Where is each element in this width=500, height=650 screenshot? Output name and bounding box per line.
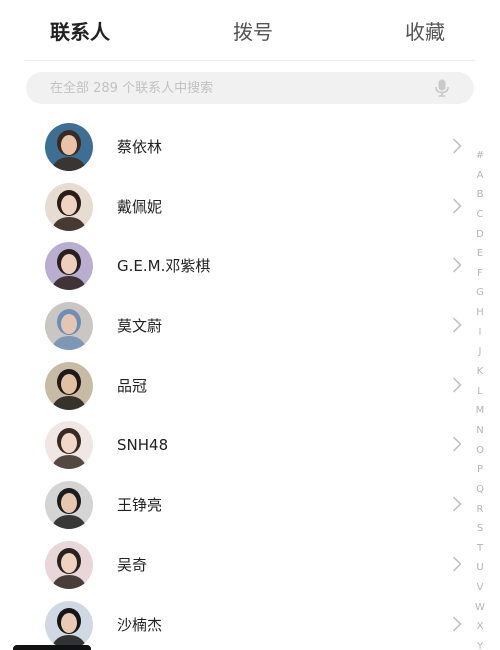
contact-avatar (45, 481, 93, 530)
contact-row[interactable]: 王铮亮 (0, 475, 468, 535)
microphone-icon[interactable] (434, 79, 450, 97)
portrait-icon (51, 428, 87, 470)
chevron-right-icon (453, 496, 462, 512)
portrait-icon (51, 607, 87, 649)
index-letter[interactable]: Q (470, 480, 490, 500)
index-letter[interactable]: S (470, 519, 490, 539)
index-letter[interactable]: D (470, 225, 490, 245)
index-letter[interactable]: G (470, 283, 490, 303)
contact-avatar (45, 540, 93, 589)
index-letter[interactable]: Y (470, 637, 490, 650)
index-letter[interactable]: T (470, 539, 490, 559)
portrait-icon (51, 130, 87, 171)
index-letter[interactable]: # (470, 146, 490, 166)
index-letter[interactable]: W (470, 598, 490, 618)
index-letter[interactable]: C (470, 205, 490, 225)
contact-row[interactable]: 莫文蔚 (0, 296, 468, 356)
portrait-icon (51, 189, 87, 231)
index-letter[interactable]: U (470, 558, 490, 578)
contact-avatar (45, 182, 93, 231)
contact-name: 沙楠杰 (117, 615, 163, 634)
chevron-right-icon (453, 616, 462, 631)
index-letter[interactable]: R (470, 500, 490, 520)
contact-name: 王铮亮 (117, 496, 163, 515)
index-letter[interactable]: P (470, 460, 490, 480)
contact-name: 吴奇 (117, 555, 148, 574)
contact-row[interactable]: SNH48 (0, 415, 468, 475)
index-letter[interactable]: N (470, 421, 490, 441)
portrait-icon (51, 547, 87, 589)
tab-dialer[interactable]: 拨号 (233, 18, 273, 46)
contact-list: 蔡依林戴佩妮 G.E.M.邓紫棋 莫文蔚品冠 SNH48 王铮亮吴奇沙楠杰 (0, 117, 468, 650)
index-letter[interactable]: I (470, 323, 490, 343)
index-letter[interactable]: F (470, 264, 490, 284)
index-letter[interactable]: H (470, 303, 490, 323)
index-letter[interactable]: V (470, 578, 490, 598)
search-input[interactable] (50, 72, 430, 104)
index-letter[interactable]: M (470, 401, 490, 421)
chevron-right-icon (453, 258, 462, 273)
tab-divider (25, 60, 475, 61)
contact-avatar (45, 242, 93, 291)
contact-name: G.E.M.邓紫棋 (117, 257, 211, 276)
contact-name: 蔡依林 (117, 138, 163, 156)
alphabet-index[interactable]: #ABCDEFGHIJKLMNOPQRSTUVWXYZ (470, 146, 490, 650)
index-letter[interactable]: B (470, 185, 490, 205)
home-indicator (13, 645, 91, 650)
tab-contacts[interactable]: 联系人 (50, 18, 110, 46)
index-letter[interactable]: E (470, 244, 490, 264)
index-letter[interactable]: X (470, 617, 490, 637)
contact-row[interactable]: 蔡依林 (0, 117, 468, 177)
chevron-right-icon (453, 556, 462, 572)
index-letter[interactable]: K (470, 362, 490, 382)
chevron-right-icon (453, 377, 462, 393)
contact-name: 莫文蔚 (117, 317, 163, 336)
chevron-right-icon (453, 138, 462, 154)
contact-avatar (45, 302, 93, 351)
tab-bar: 联系人 拨号 收藏 (0, 0, 500, 62)
portrait-icon (51, 488, 87, 530)
contact-name: 品冠 (117, 376, 148, 395)
chevron-right-icon (453, 317, 462, 333)
chevron-right-icon (453, 437, 462, 452)
index-letter[interactable]: L (470, 382, 490, 402)
contact-name: 戴佩妮 (117, 197, 163, 216)
contact-avatar (45, 421, 93, 470)
contact-row[interactable]: G.E.M.邓紫棋 (0, 236, 468, 296)
chevron-right-icon (453, 198, 462, 213)
contact-avatar (45, 123, 93, 171)
contact-row[interactable]: 沙楠杰 (0, 595, 468, 650)
index-letter[interactable]: O (470, 441, 490, 461)
contact-name: SNH48 (117, 436, 169, 455)
index-letter[interactable]: A (470, 166, 490, 186)
portrait-icon (51, 309, 87, 351)
index-letter[interactable]: J (470, 342, 490, 362)
tab-favorites[interactable]: 收藏 (405, 18, 445, 46)
contact-row[interactable]: 品冠 (0, 356, 468, 416)
portrait-icon (51, 368, 87, 410)
contacts-screen: 联系人 拨号 收藏 蔡依林戴佩妮 G.E.M.邓紫棋莫文蔚品冠 SNH48 王铮亮吴奇… (0, 0, 500, 650)
search-bar[interactable] (26, 72, 474, 104)
contact-avatar (45, 361, 93, 410)
contact-row[interactable]: 吴奇 (0, 535, 468, 595)
contact-avatar (45, 600, 93, 649)
portrait-icon (51, 249, 87, 291)
contact-row[interactable]: 戴佩妮 (0, 177, 468, 237)
